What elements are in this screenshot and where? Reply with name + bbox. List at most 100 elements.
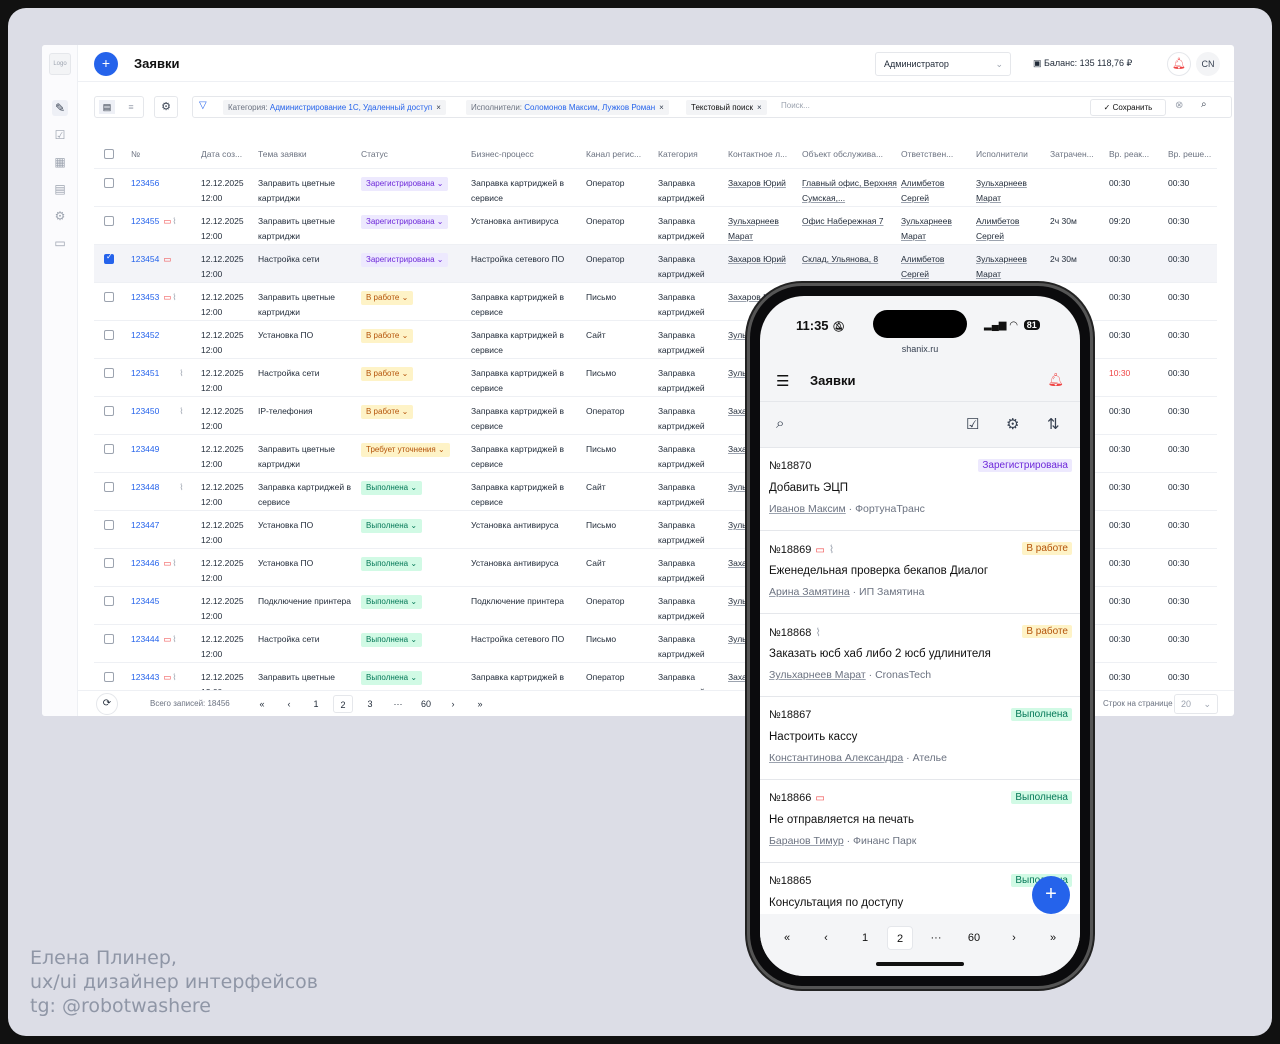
request-card[interactable]: №18870 Зарегистрирована Добавить ЭЦП Иванов… [760,448,1080,531]
row-checkbox[interactable] [104,252,114,264]
view-toggle[interactable]: ▤ ≡ [94,96,144,118]
contact-person-link[interactable]: Константинова Александра [769,752,903,764]
checklist-icon[interactable]: ☑ [966,415,979,433]
contact-person-link[interactable]: Зульхарнеев Марат [769,669,866,681]
gear-icon[interactable]: ⚙ [1006,415,1019,433]
cell-text[interactable]: Алимбетов Сергей [976,216,1019,241]
cell-text[interactable]: Заха [728,558,747,568]
request-number-link[interactable]: 123455 [131,216,159,226]
add-request-fab[interactable]: + [1032,876,1070,914]
status-badge[interactable]: В работе ⌄ [361,405,414,419]
page-button[interactable]: 1 [306,695,326,713]
avatar[interactable]: CN [1196,52,1220,76]
executors-filter-chip[interactable]: Исполнители: Соломонов Максим, Лужков Ро… [466,100,669,115]
search-icon[interactable]: ⌕ [1201,99,1207,110]
cell-text[interactable]: Захаров Юрий [728,254,786,264]
row-checkbox[interactable] [104,292,114,302]
table-row[interactable]: 123454 ▭ 12.12.2025 12:00 Настройка сети Заре… [94,245,1217,283]
cell-text[interactable]: Главный офис, Верхняя Сумская,... [802,178,897,203]
request-number-link[interactable]: 123456 [131,178,159,188]
request-number-link[interactable]: 123454 [131,254,159,264]
column-header[interactable]: Вр. реак... [1109,148,1165,161]
contact-person-link[interactable]: Арина Замятина [769,586,850,598]
row-checkbox[interactable] [104,406,114,416]
page-button[interactable]: » [470,695,490,713]
save-filter-button[interactable]: ✓ Сохранить [1090,99,1166,116]
knowledge-base-nav-icon[interactable]: ▭ [52,235,68,251]
status-badge[interactable]: Зарегистрирована ⌄ [361,253,449,267]
row-checkbox[interactable] [104,672,114,682]
status-badge[interactable]: Выполнена ⌄ [361,481,423,495]
request-number-link[interactable]: 123448 [131,482,159,492]
cell-text[interactable]: Склад, Ульянова, 8 [802,254,878,264]
page-button[interactable]: ‹ [813,926,839,950]
filter-funnel-icon[interactable]: ▽ [199,100,207,111]
contact-person-link[interactable]: Баранов Тимур [769,835,844,847]
request-number-link[interactable]: 123452 [131,330,159,340]
page-button[interactable]: 60 [416,695,436,713]
request-number-link[interactable]: 123446 [131,558,159,568]
document-nav-icon[interactable]: ▤ [52,181,68,197]
cell-text[interactable]: Заха [728,444,747,454]
status-badge[interactable]: Выполнена ⌄ [361,519,423,533]
rows-per-page-select[interactable]: 20 ⌄ [1174,694,1218,714]
page-button[interactable]: › [443,695,463,713]
page-button[interactable]: ‹ [279,695,299,713]
column-header[interactable]: № [131,148,199,161]
column-header[interactable]: Дата соз... [201,148,256,161]
status-badge[interactable]: Выполнена ⌄ [361,633,423,647]
column-header[interactable]: Контактное л... [728,148,800,161]
page-button[interactable]: « [252,695,272,713]
cell-text[interactable]: Зульхарнеев Марат [728,216,779,241]
clear-filters-icon[interactable]: ⊗ [1175,100,1183,111]
request-number-link[interactable]: 123453 [131,292,159,302]
request-number-link[interactable]: 123443 [131,672,159,682]
row-checkbox[interactable] [104,178,114,188]
row-checkbox[interactable] [104,216,114,226]
contact-person-link[interactable]: Иванов Максим [769,503,846,515]
table-settings-gear-icon[interactable]: ⚙ [154,96,178,118]
list-view-icon[interactable]: ≡ [123,100,139,114]
page-button[interactable]: › [1001,926,1027,950]
row-checkbox[interactable] [104,520,114,530]
status-badge[interactable]: Зарегистрирована ⌄ [361,177,449,191]
text-search-chip[interactable]: Текстовый поиск × [686,100,767,115]
request-number-link[interactable]: 123451 [131,368,159,378]
request-number-link[interactable]: 123445 [131,596,159,606]
role-select[interactable]: Администратор ⌄ [875,52,1011,76]
status-badge[interactable]: В работе ⌄ [361,367,414,381]
request-number-link[interactable]: 123450 [131,406,159,416]
calendar-nav-icon[interactable]: ▦ [52,154,68,170]
select-all-checkbox[interactable] [104,149,114,159]
page-button[interactable]: ··· [923,926,949,950]
row-checkbox[interactable] [104,596,114,606]
cell-text[interactable]: Заха [728,672,747,682]
cell-text[interactable]: Зульхарнеев Марат [901,216,952,241]
page-button[interactable]: 1 [852,926,878,950]
table-row[interactable]: 123455 ▭⌇ 12.12.2025 12:00 Заправить цветные… [94,207,1217,245]
notifications-bell-icon[interactable]: 🔔︎ [1047,372,1064,388]
column-header[interactable]: Статус [361,148,469,161]
request-card[interactable]: №18868 ⌇ В работе Заказать юсб хаб либо 2 … [760,614,1080,697]
table-row[interactable]: 123456 12.12.2025 12:00 Заправить цветные к… [94,169,1217,207]
status-badge[interactable]: Зарегистрирована ⌄ [361,215,449,229]
page-button[interactable]: 60 [961,926,987,950]
requests-nav-icon[interactable]: ✎ [52,100,68,116]
status-badge[interactable]: В работе ⌄ [361,291,414,305]
column-header[interactable]: Тема заявки [258,148,358,161]
close-icon[interactable]: × [757,103,762,112]
status-badge[interactable]: Требует уточнения ⌄ [361,443,450,457]
notifications-bell-icon[interactable]: 🔔︎ [1167,52,1191,76]
tasks-nav-icon[interactable]: ☑ [52,127,68,143]
row-checkbox[interactable] [104,558,114,568]
row-checkbox[interactable] [104,330,114,340]
cell-text[interactable]: Заха [728,406,747,416]
close-icon[interactable]: × [436,103,441,112]
request-number-link[interactable]: 123447 [131,520,159,530]
request-card[interactable]: №18867 Выполнена Настроить кассу Константин… [760,697,1080,780]
sort-icon[interactable]: ⇅ [1047,415,1060,433]
category-filter-chip[interactable]: Категория: Администрирование 1С, Удаленн… [223,100,446,115]
cell-text[interactable]: Алимбетов Сергей [901,178,944,203]
search-icon[interactable]: ⌕ [776,415,784,432]
row-checkbox[interactable] [104,368,114,378]
